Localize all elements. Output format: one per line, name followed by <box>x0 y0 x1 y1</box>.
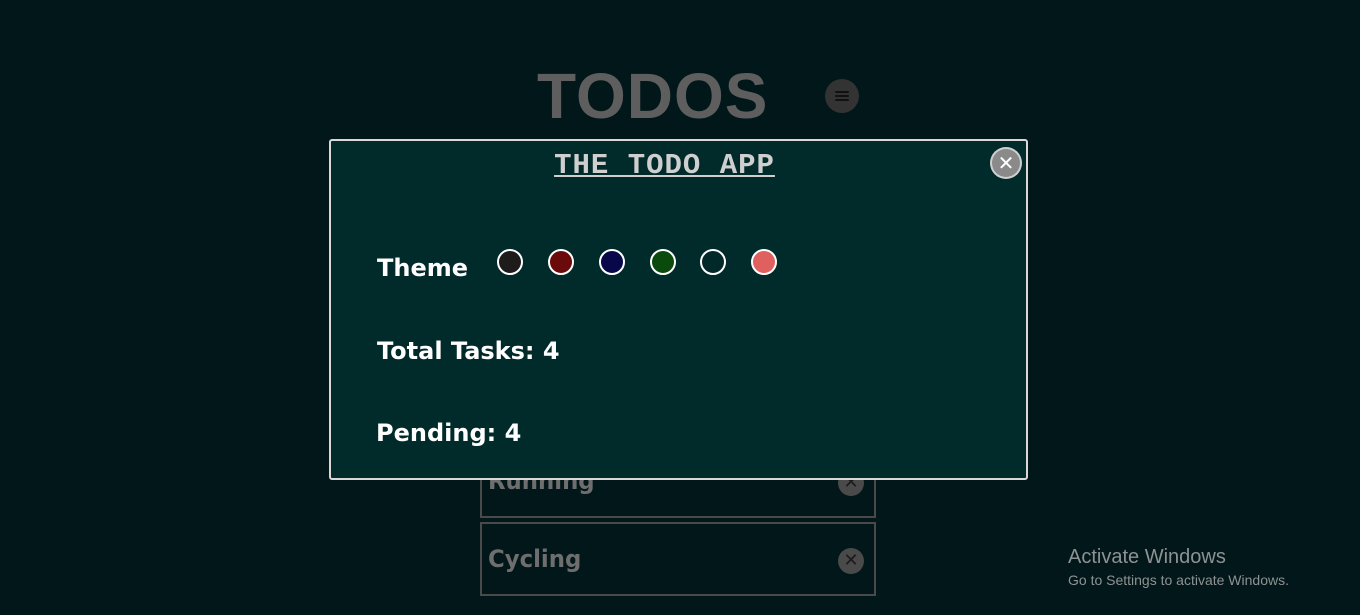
delete-todo-button[interactable]: ✕ <box>838 548 864 574</box>
app-root: TODOS Running ✕ Cycling ✕ THE TODO APP ✕… <box>0 0 1360 615</box>
theme-label: Theme <box>377 254 469 282</box>
theme-swatch-coral[interactable] <box>751 249 777 275</box>
todo-item[interactable]: Cycling ✕ <box>480 522 876 596</box>
modal-title: THE TODO APP <box>554 149 775 182</box>
info-modal: THE TODO APP ✕ Theme Total Tasks: 4 Pend… <box>329 139 1028 480</box>
todo-text: Cycling <box>488 545 582 573</box>
close-icon: ✕ <box>992 149 1020 177</box>
close-modal-button[interactable]: ✕ <box>990 147 1022 179</box>
theme-swatch-green[interactable] <box>650 249 676 275</box>
theme-swatch-red[interactable] <box>548 249 574 275</box>
theme-swatch-teal[interactable] <box>700 249 726 275</box>
hamburger-icon <box>835 91 849 101</box>
pending-tasks-text: Pending: 4 <box>376 419 522 447</box>
total-tasks-text: Total Tasks: 4 <box>377 337 560 365</box>
theme-swatch-dark[interactable] <box>497 249 523 275</box>
watermark-subtitle: Go to Settings to activate Windows. <box>1068 572 1289 588</box>
theme-swatch-blue[interactable] <box>599 249 625 275</box>
activate-windows-watermark: Activate Windows Go to Settings to activ… <box>1068 545 1289 590</box>
app-title: TODOS <box>537 60 769 132</box>
menu-button[interactable] <box>825 79 859 113</box>
watermark-title: Activate Windows <box>1068 546 1226 568</box>
